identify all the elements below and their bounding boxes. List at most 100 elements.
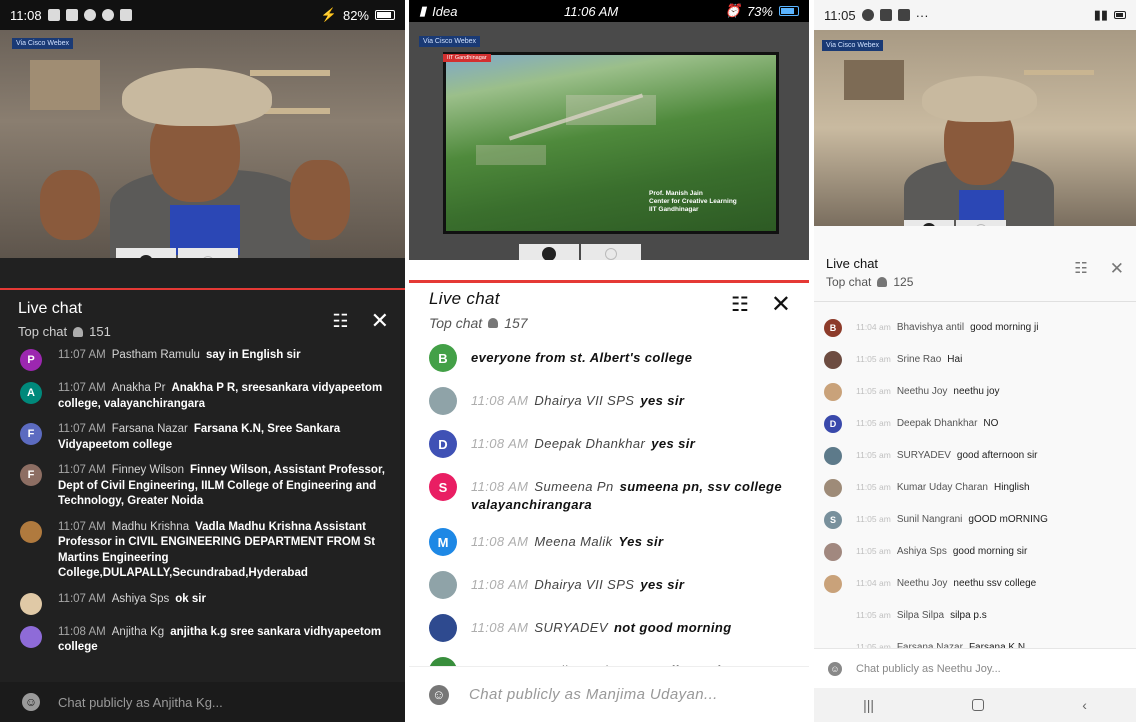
chat-message[interactable]: D 11:05 am Deepak Dhankhar NO [824, 414, 1128, 433]
chat-title: Live chat [18, 300, 83, 317]
avatar[interactable]: A [20, 382, 42, 404]
chat-input[interactable]: ☺ Chat publicly as Anjitha Kg... [0, 682, 405, 722]
chat-message[interactable]: 11:04 am Neethu Joy neethu ssv college [824, 574, 1128, 593]
avatar[interactable]: D [429, 430, 457, 458]
chat-message[interactable]: 11:05 am SURYADEV good afternoon sir [824, 446, 1128, 465]
chat-message[interactable]: P 11:07 AM Pastham Ramulu say in English si… [20, 348, 393, 371]
message-text: good morning ji [970, 321, 1039, 333]
status-time: 11:05 [824, 7, 856, 23]
video-stream[interactable]: Via Cisco Webex [814, 30, 1136, 226]
chat-message[interactable]: 11:05 am Ashiya Sps good morning sir [824, 542, 1128, 561]
person-icon [73, 326, 84, 337]
chat-input-placeholder: Chat publicly as Neethu Joy... [856, 662, 1001, 675]
chat-message[interactable]: 11:08 AM Dhairya VII SPS yes sir [429, 571, 797, 600]
avatar[interactable]: S [429, 473, 457, 501]
message-text: anjitha k.g sree sankara vidhyapeetom co… [58, 625, 382, 654]
avatar[interactable] [824, 574, 842, 593]
chat-input[interactable]: ☺ Chat publicly as Manjima Udayan... [409, 666, 809, 722]
chat-message[interactable]: Beveryone from st. Albert's college [429, 344, 797, 372]
battery-icon [375, 10, 395, 20]
smile-icon[interactable]: ☺ [429, 684, 449, 705]
avatar[interactable]: F [20, 464, 42, 487]
smile-icon[interactable]: ☺ [828, 661, 842, 676]
chat-message[interactable]: F 11:07 AM Farsana Nazar Farsana K.N, Sree … [20, 422, 393, 453]
message-text: Hinglish [993, 481, 1030, 493]
avatar[interactable] [20, 625, 42, 648]
close-icon[interactable]: ✕ [771, 293, 791, 317]
avatar[interactable]: F [20, 423, 42, 446]
chat-message[interactable]: 11:08 AM Anjitha Kg anjitha k.g sree sanka… [20, 625, 393, 656]
avatar[interactable] [824, 607, 842, 625]
chat-message[interactable]: 11:08 AM SURYADEV not good morning [429, 614, 797, 643]
chat-message-list[interactable]: B 11:04 am Bhavishya antil good morning ji 1… [814, 302, 1136, 670]
top-chat-dropdown[interactable]: Top chat 125 [826, 275, 913, 289]
avatar[interactable]: D [824, 414, 842, 433]
avatar[interactable] [20, 592, 42, 615]
sliders-icon[interactable]: ☷ [332, 312, 348, 330]
chat-message[interactable]: S 11:08 AM Sumeena Pn sumeena pn, ssv colle… [429, 473, 797, 513]
top-chat-dropdown[interactable]: Top chat 151 [18, 324, 111, 339]
message-text: yes sir [640, 577, 685, 593]
chat-mode-label: Top chat [18, 324, 68, 339]
battery-icon [1114, 11, 1126, 19]
message-author: SURYADEV [534, 620, 608, 636]
chat-message[interactable]: 11:05 am Silpa Silpa silpa p.s [824, 606, 1128, 625]
chat-message[interactable]: 11:08 AM Dhairya VII SPS yes sir [429, 387, 797, 415]
chat-message[interactable]: 11:07 AM Ashiya Sps ok sir [20, 592, 393, 615]
participant-thumbnail[interactable] [116, 248, 176, 258]
chat-message[interactable]: 11:05 am Kumar Uday Charan Hinglish [824, 478, 1128, 497]
participant-thumbnail[interactable] [581, 244, 641, 260]
video-stream[interactable]: Via Cisco Webex IIT Gandhinagar Prof. Ma… [409, 22, 809, 260]
chat-message[interactable]: S 11:05 am Sunil Nangrani gOOD mORNING [824, 510, 1128, 529]
chat-message[interactable]: M 11:08 AM Meena Malik Yes sir [429, 528, 797, 557]
image-icon [119, 9, 132, 21]
back-icon[interactable]: ‹ [1082, 697, 1087, 713]
chat-message-list[interactable]: Beveryone from st. Albert's college 11:08… [409, 344, 809, 696]
chat-message[interactable]: A 11:07 AM Anakha Pr Anakha P R, sreesankar… [20, 381, 393, 412]
avatar[interactable]: B [824, 318, 842, 337]
avatar[interactable] [429, 571, 457, 600]
avatar[interactable]: S [824, 510, 842, 529]
participant-thumbnail[interactable] [519, 244, 579, 260]
message-author: Deepak Dhankhar [896, 417, 978, 429]
message-timestamp: 11:07 AM [58, 464, 106, 477]
chat-message[interactable]: B 11:04 am Bhavishya antil good morning ji [824, 318, 1128, 337]
video-stream[interactable]: Via Cisco Webex [0, 30, 405, 258]
viewer-count: 125 [893, 275, 914, 289]
avatar[interactable] [824, 382, 842, 401]
avatar[interactable]: B [429, 344, 457, 372]
top-chat-dropdown[interactable]: Top chat 157 [429, 315, 528, 331]
avatar[interactable]: M [429, 528, 457, 557]
chat-message[interactable]: 11:05 am Neethu Joy neethu joy [824, 382, 1128, 401]
sliders-icon[interactable]: ☷ [1074, 261, 1087, 276]
avatar[interactable]: P [20, 349, 42, 371]
close-icon[interactable]: ✕ [371, 310, 389, 332]
avatar[interactable] [429, 614, 457, 643]
battery-percent: 82% [342, 7, 369, 23]
chat-message-list[interactable]: P 11:07 AM Pastham Ramulu say in English si… [0, 348, 405, 718]
participant-thumbnail[interactable] [956, 220, 1006, 226]
close-icon[interactable]: ✕ [1110, 260, 1124, 277]
sliders-icon[interactable]: ☷ [731, 295, 749, 315]
message-text: silpa p.s [950, 609, 987, 621]
message-text: good morning sir [952, 545, 1028, 557]
chat-message[interactable]: D 11:08 AM Deepak Dhankhar yes sir [429, 430, 797, 458]
participant-thumbnail[interactable] [904, 220, 954, 226]
smile-icon[interactable]: ☺ [22, 693, 40, 711]
avatar[interactable] [824, 350, 842, 369]
avatar[interactable] [824, 478, 842, 497]
avatar[interactable] [824, 446, 842, 465]
participant-thumbnail[interactable] [178, 248, 238, 258]
chat-message[interactable]: 11:07 AM Madhu Krishna Vadla Madhu Krishna… [20, 520, 393, 582]
chat-message[interactable]: 11:05 am Srine Rao Hai [824, 350, 1128, 369]
recent-apps-icon[interactable]: ||| [863, 697, 874, 713]
avatar[interactable] [824, 542, 842, 561]
chat-message[interactable]: F 11:07 AM Finney Wilson Finney Wilson, Ass… [20, 463, 393, 510]
status-time: 11:08 [10, 7, 42, 23]
message-author: Neethu Joy [896, 577, 948, 589]
chat-input[interactable]: ☺ Chat publicly as Neethu Joy... [814, 648, 1136, 688]
chat-header: Live chat Top chat 157 ☷ ✕ [409, 280, 809, 344]
avatar[interactable] [429, 387, 457, 415]
home-icon[interactable] [972, 699, 985, 711]
avatar[interactable] [20, 520, 42, 543]
